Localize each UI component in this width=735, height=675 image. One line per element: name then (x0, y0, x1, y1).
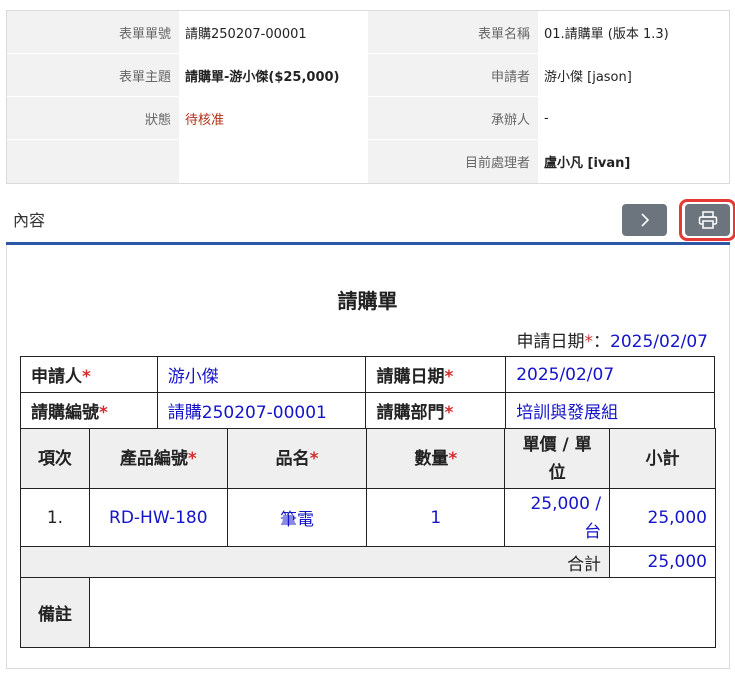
handler-label: 承辦人 (368, 97, 538, 140)
note-label: 備註 (20, 577, 90, 648)
chevron-right-icon (640, 213, 649, 227)
note-row: 備註 (20, 577, 717, 648)
applicant-field-value: 游小傑 (156, 356, 367, 393)
current-handler-label: 目前處理者 (368, 140, 538, 183)
form-no-label: 表單單號 (7, 11, 179, 54)
department-label: 請購部門* (365, 392, 507, 429)
total-label: 合計 (19, 546, 611, 578)
row-item: 1. (20, 488, 90, 547)
total-row: 合計 25,000 (19, 546, 716, 578)
form-title: 請購單 (337, 289, 398, 313)
apply-date: 申請日期*：2025/02/07 (517, 327, 708, 352)
items-table-header: 項次 產品編號* 品名* 數量* 單價 / 單位 小計 (20, 428, 716, 489)
table-row: 1. RD-HW-180 筆電 1 25,000 /台 25,000 (20, 488, 716, 547)
total-value: 25,000 (609, 546, 716, 578)
purchase-date-value: 2025/02/07 (505, 356, 715, 393)
form-info-panel: 表單單號 請購250207-00001 表單名稱 01.請購單 (版本 1.3)… (6, 10, 730, 184)
empty-value (179, 140, 368, 183)
applicant-label: 申請者 (368, 54, 538, 97)
applicant-field-label: 申請人* (20, 356, 158, 393)
purchase-no-value: 請購250207-00001 (156, 392, 367, 429)
subject-label: 表單主題 (7, 54, 179, 97)
row-unit-price: 25,000 /台 (504, 488, 611, 547)
row-product-no: RD-HW-180 (88, 488, 228, 547)
purchase-no-label: 請購編號* (20, 392, 158, 429)
items-table: 項次 產品編號* 品名* 數量* 單價 / 單位 小計 1. RD-HW-180… (19, 428, 717, 648)
form-name-value: 01.請購單 (版本 1.3) (538, 11, 729, 54)
handler-value: - (538, 97, 729, 140)
current-handler-value: 盧小凡 [ivan] (538, 140, 729, 183)
col-unit-price: 單價 / 單位 (504, 428, 611, 489)
col-item: 項次 (20, 428, 90, 489)
content-section-title: 內容 (13, 211, 46, 230)
note-value (88, 577, 717, 648)
required-mark: * (584, 332, 594, 352)
col-subtotal: 小計 (609, 428, 716, 489)
applicant-value: 游小傑 [jason] (538, 54, 729, 97)
apply-date-separator: ： (593, 332, 611, 352)
col-product-no: 產品編號* (88, 428, 228, 489)
status-value: 待核准 (179, 97, 368, 140)
printer-icon (698, 211, 717, 229)
apply-date-label: 申請日期 (516, 332, 585, 352)
row-product-name: 筆電 (226, 488, 368, 547)
form-name-label: 表單名稱 (368, 11, 538, 54)
purchase-date-label: 請購日期* (365, 356, 507, 393)
row-subtotal: 25,000 (609, 488, 716, 547)
subject-value: 請購單-游小傑($25,000) (179, 54, 368, 97)
col-qty: 數量* (366, 428, 506, 489)
col-product-name: 品名* (226, 428, 368, 489)
empty-label (7, 140, 179, 183)
department-value: 培訓與發展組 (505, 392, 715, 429)
apply-date-value: 2025/02/07 (610, 332, 708, 352)
print-button[interactable] (685, 204, 730, 236)
form-no-value: 請購250207-00001 (179, 11, 368, 54)
request-header-table: 申請人* 游小傑 請購日期* 2025/02/07 請購編號* 請購250207… (20, 356, 715, 429)
row-qty: 1 (366, 488, 506, 547)
next-button[interactable] (622, 204, 667, 236)
status-label: 狀態 (7, 97, 179, 140)
